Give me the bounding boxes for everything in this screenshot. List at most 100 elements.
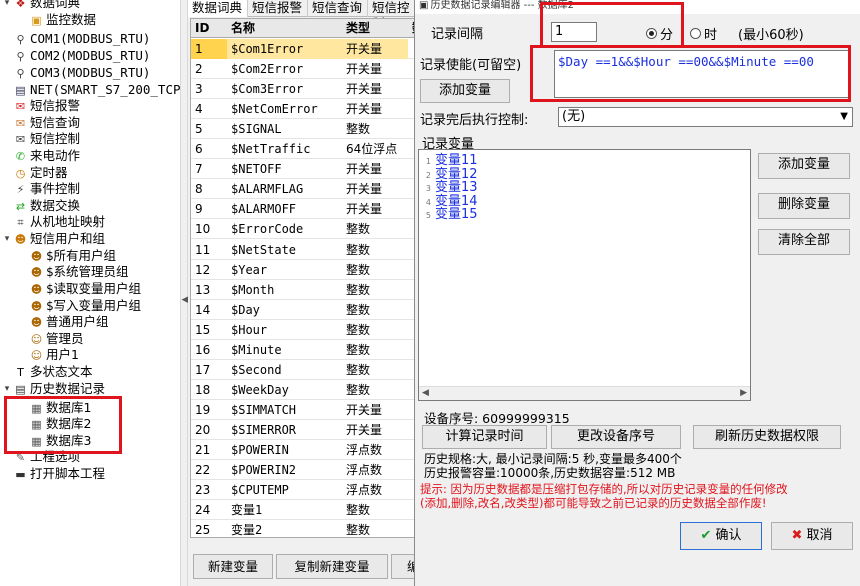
change-device-serial-button[interactable]: 更改设备序号 [551,425,681,449]
post-exec-select[interactable]: (无) ▼ [558,107,853,127]
user-group-icon: ☻ [30,299,43,313]
tree-item[interactable]: ✉ 短信查询 [2,115,80,132]
table-row[interactable]: 7 $NETOFF 开关量 [191,159,415,180]
tree-item[interactable]: ▬ 打开脚本工程 [2,466,105,483]
panel-splitter[interactable]: ◀ [180,0,188,586]
confirm-button[interactable]: ✔ 确认 [680,522,762,550]
cell-type: 浮点数 [346,443,383,457]
cell-id: 14 [195,302,211,317]
cell-type: 整数 [346,503,371,518]
tree-item[interactable]: ▦ 数据库2 [18,416,91,433]
tree-item[interactable]: ☺ 管理员 [18,331,84,348]
cell-id: 21 [195,443,211,457]
tab-3[interactable]: 短信控制 [368,0,418,31]
table-row[interactable]: 12 $Year 整数 [191,260,415,280]
tree-item[interactable]: ☻ $所有用户组 [18,248,116,265]
tree-item[interactable]: ✎ 工程选项 [2,449,80,466]
table-row[interactable]: 1 $Com1Error 开关量 [191,39,415,59]
calc-record-time-button[interactable]: 计算记录时间 [422,425,547,449]
tree-item[interactable]: ▾ ☻ 短信用户和组 [2,231,105,248]
plug-icon: ⚲ [16,66,25,80]
tree-item[interactable]: ⚲ COM3(MODBUS_RTU) [2,65,150,82]
table-row[interactable]: 2 $Com2Error 开关量 [191,59,415,80]
table-row[interactable]: 11 $NetState 整数 [191,240,415,260]
folder-icon: ▣ [31,13,42,27]
table-row[interactable]: 9 $ALARMOFF 开关量 [191,199,415,220]
enable-expression-input[interactable]: $Day ==1&&$Hour ==00&&$Minute ==00 [554,50,850,98]
tab-0[interactable]: 数据词典 [188,0,248,17]
table-row[interactable]: 16 $Minute 整数 [191,340,415,360]
interval-input[interactable]: 1 [551,22,597,42]
tree-item[interactable]: ▦ 数据库3 [18,433,91,450]
tree-item[interactable]: ▣ 监控数据 [18,12,96,29]
record-var-line[interactable]: 5 变量15 [421,208,478,222]
tree-item[interactable]: ▾ ❖ 数据词典 [2,0,80,12]
cell-name: 变量1 [231,503,263,518]
scroll-left-icon[interactable]: ◀ [422,388,429,398]
tab-2[interactable]: 短信查询 [308,0,368,17]
cancel-button[interactable]: ✖ 取消 [771,522,853,550]
table-row[interactable]: 6 $NetTraffic 64位浮点 [191,139,415,160]
column-header[interactable]: 名称 [227,19,255,38]
table-row[interactable]: 22 $POWERIN2 浮点数 [191,460,415,481]
tree-toggle-icon[interactable]: ▾ [2,0,12,12]
table-row[interactable]: 24 变量1 整数 [191,500,415,521]
tree-item[interactable]: ⚲ COM1(MODBUS_RTU) [2,31,150,48]
column-header[interactable]: 类型 [342,19,370,38]
tree-item[interactable]: ☻ $写入变量用户组 [18,298,141,315]
tree-item[interactable]: ☻ $读取变量用户组 [18,281,141,298]
toolbar-button-1[interactable]: 复制新建变量 [276,554,388,579]
toolbar-button-0[interactable]: 新建变量 [193,554,273,579]
tree-item[interactable]: ▾ ▤ 历史数据记录 [2,381,105,398]
table-row[interactable]: 4 $NetComError 开关量 [191,99,415,120]
cell-id: 25 [195,523,211,538]
horizontal-scrollbar[interactable]: ◀ ▶ [419,386,750,400]
column-header[interactable]: ID [191,19,209,38]
tree-item[interactable]: ▤ NET(SMART_S7_200_TCP) [2,82,180,99]
table-row[interactable]: 20 $SIMERROR 开关量 [191,420,415,440]
scroll-right-icon[interactable]: ▶ [740,388,747,398]
tree-item[interactable]: ☻ 普通用户组 [18,314,109,331]
tree-item-label: 从机地址映射 [30,214,106,229]
tab-1[interactable]: 短信报警 [248,0,308,17]
cell-type: 开关量 [346,182,383,197]
table-row[interactable]: 3 $Com3Error 开关量 [191,79,415,100]
table-row[interactable]: 25 变量2 整数 [191,520,415,538]
add-variable-button[interactable]: 添加变量 [758,153,850,179]
table-row[interactable]: 13 $Month 整数 [191,280,415,300]
tree-item[interactable]: ⚲ COM2(MODBUS_RTU) [2,48,150,65]
tree-item[interactable]: ☺ 用户1 [18,347,79,364]
tree-item[interactable]: ⚡ 事件控制 [2,181,80,198]
tree-item[interactable]: ▦ 数据库1 [18,400,91,417]
tree-item[interactable]: ⌗ 从机地址映射 [2,214,105,231]
radio-minute[interactable]: 分 [646,24,673,43]
table-row[interactable]: 19 $SIMMATCH 开关量 [191,400,415,420]
tree-item[interactable]: ⇄ 数据交换 [2,198,80,215]
tree-item[interactable]: ◷ 定时器 [2,165,68,182]
project-tree[interactable]: ▾ ❖ 数据词典 ▣ 监控数据 ⚲ COM1(MODBUS_RTU) ⚲ COM2(MODBUS… [0,0,180,586]
refresh-history-permission-button[interactable]: 刷新历史数据权限 [693,425,841,449]
table-row[interactable]: 15 $Hour 整数 [191,320,415,340]
tree-item[interactable]: T 多状态文本 [2,364,92,381]
table-row[interactable]: 23 $CPUTEMP 浮点数 [191,480,415,501]
table-row[interactable]: 21 $POWERIN 浮点数 [191,440,415,460]
table-row[interactable]: 8 $ALARMFLAG 开关量 [191,179,415,200]
tree-item-label: 数据库2 [46,416,92,431]
variable-table[interactable]: ID名称类型数 1$Com1Error开关量2$Com2Error开关量3$Co… [190,18,416,538]
tree-item[interactable]: ☻ $系统管理员组 [18,264,129,281]
table-row[interactable]: 18 $WeekDay 整数 [191,380,415,400]
add-variable-enable-button[interactable]: 添加变量 [420,79,510,103]
delete-variable-button[interactable]: 删除变量 [758,193,850,219]
table-row[interactable]: 17 $Second 整数 [191,360,415,380]
radio-hour[interactable]: 时 [690,24,717,43]
table-row[interactable]: 14 $Day 整数 [191,300,415,320]
clear-all-button[interactable]: 清除全部 [758,229,850,255]
tree-toggle-icon[interactable]: ▾ [2,381,12,398]
tree-item[interactable]: ✉ 短信报警 [2,98,80,115]
tree-item[interactable]: ✉ 短信控制 [2,131,80,148]
tree-item[interactable]: ✆ 来电动作 [2,148,80,165]
tree-toggle-icon[interactable]: ▾ [2,231,12,248]
table-row[interactable]: 10 $ErrorCode 整数 [191,219,415,240]
table-row[interactable]: 5 $SIGNAL 整数 [191,119,415,140]
record-vars-editor[interactable]: ◀ ▶ 1 变量11 2 变量12 3 变量13 4 变量14 5 变量15 [418,149,751,401]
